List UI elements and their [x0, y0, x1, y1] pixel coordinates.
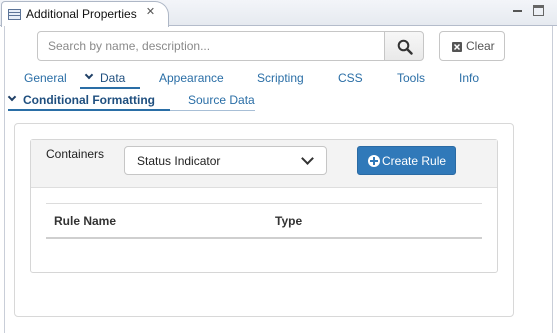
- view-tab-additional-properties[interactable]: Additional Properties ✕: [1, 1, 169, 27]
- search-icon: [397, 39, 413, 55]
- chevron-down-icon: [301, 152, 314, 165]
- search-input[interactable]: [37, 31, 385, 61]
- tab-scripting[interactable]: Scripting: [257, 71, 304, 85]
- tab-tools[interactable]: Tools: [397, 71, 425, 85]
- tab-css[interactable]: CSS: [338, 71, 363, 85]
- containers-label: Containers: [46, 147, 105, 161]
- maximize-icon[interactable]: [533, 5, 544, 16]
- close-icon[interactable]: ✕: [144, 6, 157, 19]
- clear-label: Clear: [466, 39, 495, 53]
- plus-circle-icon: [368, 155, 380, 167]
- tab-data-underline: [80, 87, 140, 89]
- containers-selected-value: Status Indicator: [137, 154, 221, 168]
- create-rule-label: Create Rule: [382, 154, 447, 168]
- tab-data[interactable]: Data: [100, 71, 125, 85]
- clear-button[interactable]: Clear: [439, 31, 505, 61]
- column-header-type[interactable]: Type: [275, 214, 302, 228]
- subtab-underline: [8, 109, 170, 111]
- search-button[interactable]: [384, 31, 424, 61]
- view-tab-strip: Additional Properties ✕: [0, 0, 557, 27]
- tab-general[interactable]: General: [24, 71, 67, 85]
- clear-x-icon: [452, 42, 462, 52]
- subtab-source-data[interactable]: Source Data: [188, 93, 255, 107]
- view-title: Additional Properties: [26, 7, 137, 21]
- create-rule-button[interactable]: Create Rule: [357, 146, 456, 175]
- minimize-icon[interactable]: [511, 4, 524, 17]
- subtab-conditional-formatting[interactable]: Conditional Formatting: [23, 93, 155, 107]
- properties-view-icon: [8, 9, 21, 20]
- tab-info[interactable]: Info: [459, 71, 479, 85]
- containers-select[interactable]: Status Indicator: [124, 146, 327, 175]
- tab-appearance[interactable]: Appearance: [159, 71, 224, 85]
- table-header-border: [46, 237, 482, 239]
- column-header-rule-name[interactable]: Rule Name: [54, 214, 116, 228]
- table-top-border: [46, 203, 482, 204]
